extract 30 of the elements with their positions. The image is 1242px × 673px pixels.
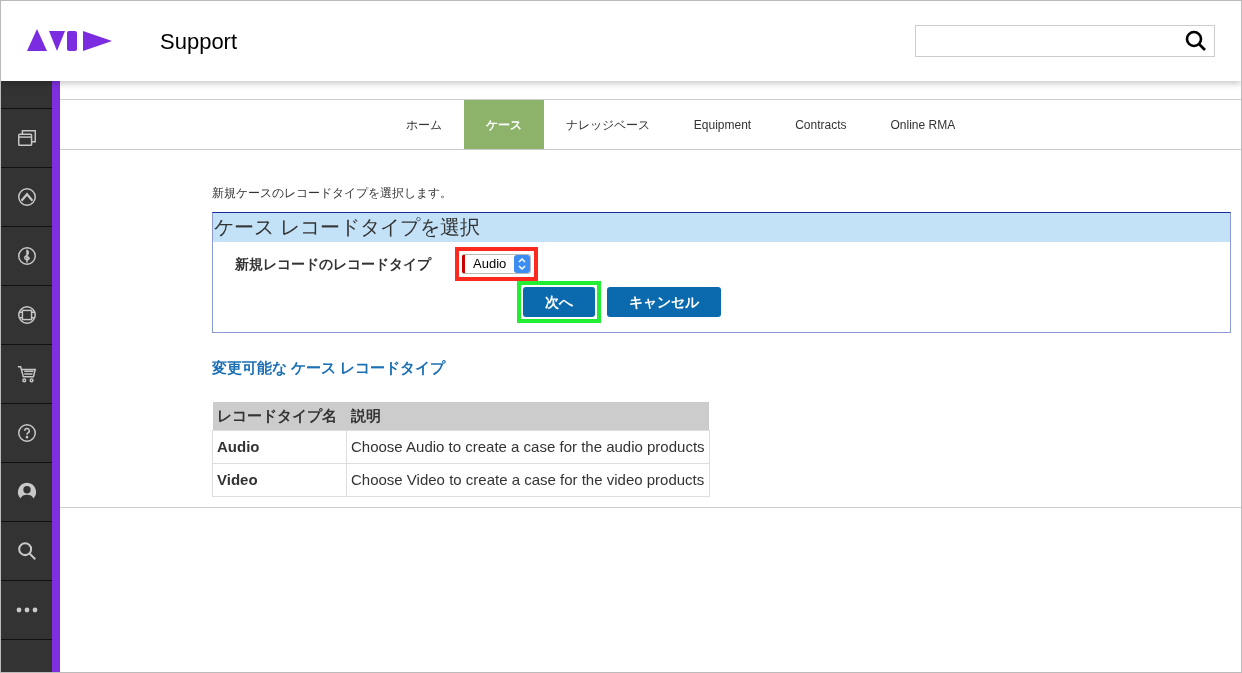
nav-tab[interactable]: ナレッジベース <box>543 100 672 149</box>
next-button[interactable]: 次へ <box>523 287 595 317</box>
nav-tab[interactable]: Contracts <box>773 100 869 149</box>
column-header: 説明 <box>346 401 710 431</box>
cart-icon <box>15 363 38 385</box>
record-types-link[interactable]: 変更可能な ケース レコードタイプ <box>212 357 446 380</box>
search-icon <box>15 540 38 562</box>
film-reel-icon <box>15 304 38 326</box>
table-cell: Choose Video to create a case for the video products <box>346 463 710 497</box>
column-header: レコードタイプ名 <box>212 401 347 431</box>
panel-title: ケース レコードタイプを選択 <box>213 213 1230 242</box>
table-cell: Audio <box>212 430 347 464</box>
nav-tab[interactable]: Online RMA <box>868 100 978 149</box>
windows-icon <box>15 127 38 149</box>
field-label: 新規レコードのレコードタイプ <box>235 254 433 274</box>
help-icon <box>15 422 38 444</box>
more-icon <box>15 607 38 613</box>
treble-clef-icon <box>15 245 38 267</box>
search-icon[interactable] <box>1184 29 1208 53</box>
nav-tab[interactable]: ホーム <box>383 100 464 149</box>
cancel-button[interactable]: キャンセル <box>607 287 721 317</box>
search-field[interactable] <box>915 25 1215 57</box>
nav-tab[interactable]: Equipment <box>671 100 774 149</box>
record-type-select[interactable]: Audio <box>462 254 532 274</box>
stepper-icon <box>514 255 531 273</box>
header-title: Support <box>160 27 238 56</box>
intro-text: 新規ケースのレコードタイプを選択します。 <box>212 185 453 202</box>
table-cell: Video <box>212 463 347 497</box>
peak-circle-icon <box>15 186 38 208</box>
table-cell: Choose Audio to create a case for the audio products <box>346 430 710 464</box>
